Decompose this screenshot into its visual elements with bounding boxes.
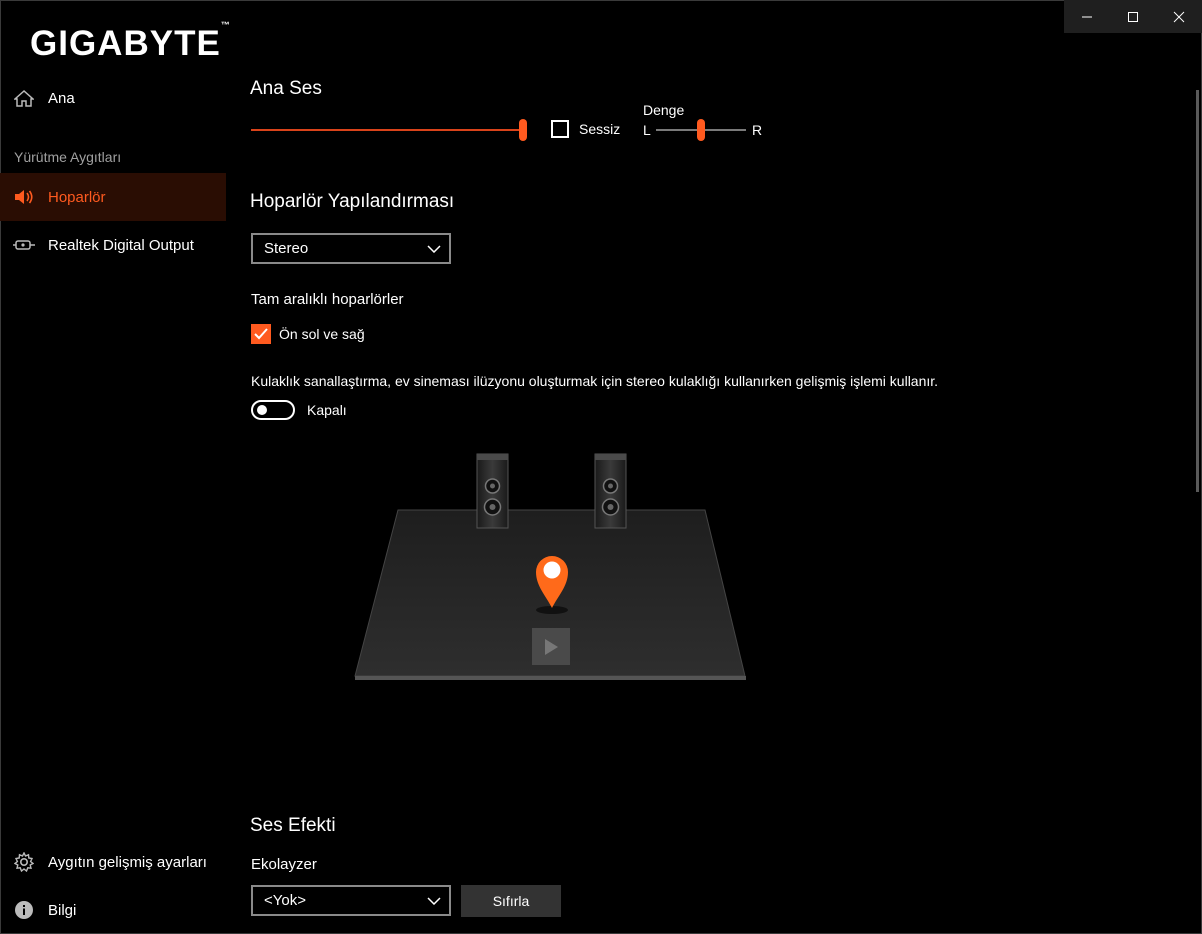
full-range-title: Tam aralıklı hoparlörler [251,291,404,308]
speaker-stage [354,453,746,680]
play-test-button[interactable] [532,628,570,665]
gigabyte-logo: GIGABYTE™ [30,20,230,63]
minimize-icon [1082,16,1092,17]
close-button[interactable] [1156,0,1202,33]
virtualization-toggle[interactable] [251,400,295,420]
front-lr-checkbox[interactable]: Ön sol ve sağ [251,324,365,344]
sound-effects-title: Ses Efekti [250,815,336,836]
checkmark-icon [254,328,268,340]
mute-checkbox-box[interactable] [551,120,569,138]
front-left-speaker-icon[interactable] [476,453,509,529]
front-lr-checkbox-box[interactable] [251,324,271,344]
home-icon [0,89,48,107]
speaker-config-value: Stereo [264,240,309,257]
main-volume-title: Ana Ses [250,78,322,99]
balance-right-label: R [752,122,763,138]
gear-icon [0,852,48,872]
equalizer-value: <Yok> [264,892,306,909]
mute-label: Sessiz [579,121,621,137]
balance-left-label: L [643,122,651,138]
sidebar-item-label: Hoparlör [48,188,106,206]
playback-devices-heading: Yürütme Aygıtları [14,149,122,165]
balance-slider[interactable] [656,118,746,142]
digital-output-icon [0,239,48,251]
reset-button-label: Sıfırla [492,893,530,909]
sidebar-item-label: Bilgi [48,901,77,919]
sidebar-item-home[interactable]: Ana [0,74,226,122]
minimize-button[interactable] [1064,0,1110,33]
volume-slider-thumb[interactable] [519,119,527,141]
toggle-knob [257,405,267,415]
equalizer-label: Ekolayzer [251,856,317,873]
balance-label: Denge [643,102,685,118]
volume-track [251,129,527,131]
reset-button[interactable]: Sıfırla [461,885,561,917]
close-icon [1173,11,1185,22]
virtualization-description: Kulaklık sanallaştırma, ev sineması ilüz… [251,373,939,389]
sidebar-item-label: Realtek Digital Output [48,236,194,254]
maximize-button[interactable] [1110,0,1156,33]
sidebar-item-info[interactable]: Bilgi [0,886,226,934]
sidebar-item-label: Ana [48,89,75,107]
front-right-speaker-icon[interactable] [594,453,627,529]
info-icon [0,900,48,920]
scrollbar[interactable] [1196,90,1199,492]
main-volume-slider[interactable] [251,118,533,142]
maximize-icon [1128,11,1138,22]
chevron-down-icon [427,896,441,905]
sidebar-item-digital-output[interactable]: Realtek Digital Output [0,221,226,269]
chevron-down-icon [427,244,441,253]
speaker-icon [0,189,48,205]
sidebar-item-label: Aygıtın gelişmiş ayarları [48,853,207,871]
speaker-config-dropdown[interactable]: Stereo [251,233,451,264]
virtualization-toggle-group[interactable]: Kapalı [251,400,347,420]
equalizer-dropdown[interactable]: <Yok> [251,885,451,916]
speaker-config-title: Hoparlör Yapılandırması [250,191,455,212]
toggle-state-label: Kapalı [307,402,347,418]
front-lr-label: Ön sol ve sağ [279,326,365,342]
mute-checkbox[interactable]: Sessiz [551,120,620,138]
balance-slider-thumb[interactable] [697,119,705,141]
sidebar-item-speaker[interactable]: Hoparlör [0,173,226,221]
sidebar-item-advanced-settings[interactable]: Aygıtın gelişmiş ayarları [0,838,226,886]
